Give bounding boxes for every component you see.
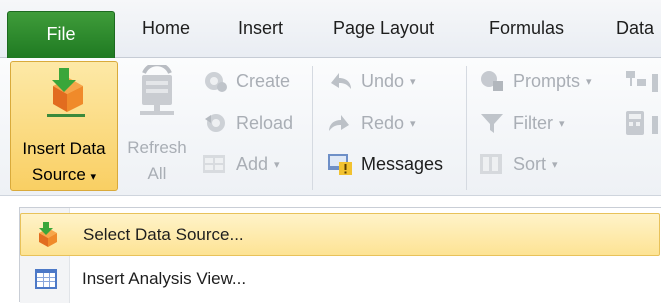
redo-button[interactable]: Redo ▾ <box>327 108 457 138</box>
menu-item-label: Select Data Source... <box>83 225 244 244</box>
refresh-all-label-line1: Refresh <box>127 138 187 157</box>
insert-data-source-label-line1: Insert Data <box>22 139 106 158</box>
sort-button[interactable]: Sort ▾ <box>479 149 619 179</box>
menu-item-select-data-source[interactable]: Select Data Source... <box>20 213 660 256</box>
partial-label <box>652 116 658 134</box>
sort-label: Sort ▾ <box>513 154 558 174</box>
refresh-all-button[interactable]: Refresh All <box>120 61 194 191</box>
insert-data-source-icon <box>39 222 57 247</box>
redo-arrow-icon <box>329 115 349 131</box>
create-label: Create <box>236 71 291 91</box>
partial-hierarchy-icon <box>626 71 646 86</box>
filter-label: Filter ▾ <box>513 113 565 133</box>
add-button[interactable]: Add ▾ <box>202 149 307 179</box>
undo-arrow-icon <box>331 73 351 89</box>
undo-label: Undo ▾ <box>361 71 416 91</box>
prompts-icon <box>481 71 503 91</box>
filter-funnel-icon <box>481 114 503 133</box>
reload-label: Reload <box>236 113 294 133</box>
add-table-icon <box>203 155 225 173</box>
insert-data-source-button[interactable]: Insert Data Source ▾ <box>10 61 118 191</box>
create-gear-icon <box>205 72 227 92</box>
chevron-down-icon: ▾ <box>410 76 416 89</box>
tab-insert[interactable]: Insert <box>238 18 283 39</box>
partial-label <box>652 74 658 92</box>
redo-label: Redo ▾ <box>361 113 416 133</box>
refresh-all-label-line2: All <box>147 164 167 183</box>
chevron-down-icon: ▾ <box>559 118 565 131</box>
undo-button[interactable]: Undo ▾ <box>327 66 457 96</box>
sort-icon <box>480 154 502 174</box>
menu-item-label: Insert Analysis View... <box>82 269 247 288</box>
insert-data-source-menu: Select Data Source... Insert Analysis Vi… <box>19 207 661 303</box>
add-label: Add ▾ <box>236 154 280 174</box>
tab-data[interactable]: Data <box>616 18 654 39</box>
reload-gear-icon <box>205 114 225 132</box>
filter-button[interactable]: Filter ▾ <box>479 108 619 138</box>
ribbon-panel: Insert Data Source ▾ Refresh All Create <box>0 58 661 196</box>
chevron-down-icon: ▾ <box>90 171 97 183</box>
group-separator <box>312 66 313 190</box>
chevron-down-icon: ▾ <box>274 159 280 172</box>
tab-file[interactable]: File <box>7 11 115 58</box>
tab-formulas[interactable]: Formulas <box>489 18 564 39</box>
partial-calculator-icon <box>626 111 644 135</box>
create-button[interactable]: Create <box>202 66 307 96</box>
messages-warning-icon <box>328 154 352 175</box>
prompts-label: Prompts ▾ <box>513 71 592 91</box>
insert-data-source-icon <box>47 68 85 117</box>
reload-button[interactable]: Reload <box>202 108 307 138</box>
refresh-server-icon <box>140 65 174 115</box>
analysis-view-icon <box>35 269 57 289</box>
prompts-button[interactable]: Prompts ▾ <box>479 66 619 96</box>
ribbon-tab-strip: File Home Insert Page Layout Formulas Da… <box>0 0 661 58</box>
messages-label: Messages <box>361 154 444 174</box>
chevron-down-icon: ▾ <box>586 76 592 89</box>
group-separator <box>466 66 467 190</box>
tab-home[interactable]: Home <box>142 18 190 39</box>
messages-button[interactable]: Messages <box>327 149 462 179</box>
menu-item-insert-analysis-view[interactable]: Insert Analysis View... <box>20 258 660 301</box>
tab-page-layout[interactable]: Page Layout <box>333 18 434 39</box>
chevron-down-icon: ▾ <box>410 118 416 131</box>
chevron-down-icon: ▾ <box>552 159 558 172</box>
insert-data-source-label-line2: Source ▾ <box>31 165 97 184</box>
